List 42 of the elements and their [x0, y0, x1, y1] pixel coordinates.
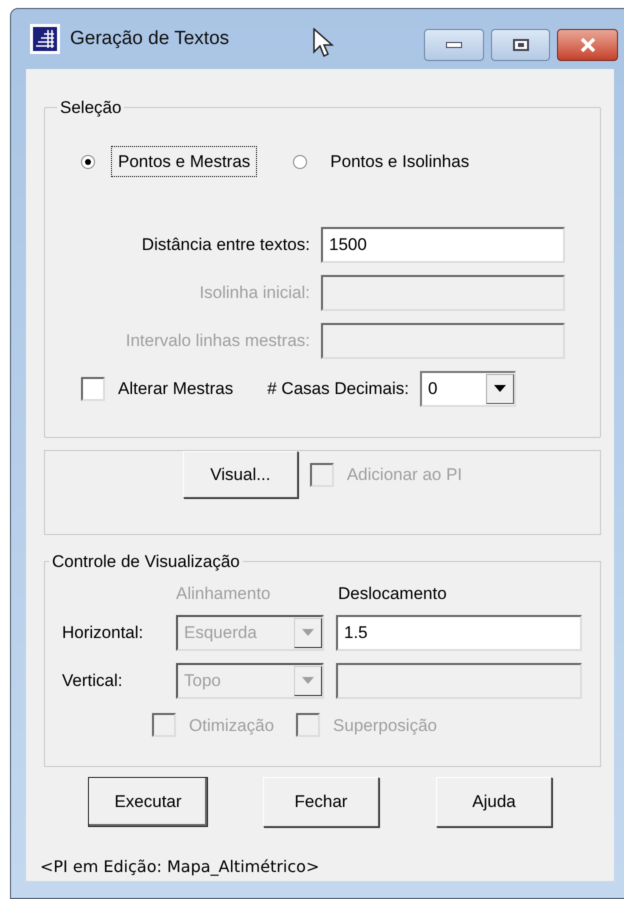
close-icon: [578, 38, 596, 52]
group-title: Controle de Visualização: [51, 551, 241, 573]
minimize-icon: [446, 42, 462, 48]
maximize-icon: [512, 39, 528, 51]
dropdown-value: 0: [426, 378, 438, 400]
field-label: Isolinha inicial:: [198, 282, 310, 304]
mouse-pointer-icon: [313, 28, 335, 58]
dropdown-arrow-icon: [302, 677, 314, 684]
maximize-button[interactable]: [491, 29, 550, 61]
field-label: Intervalo linhas mestras:: [124, 330, 310, 352]
checkbox-label: Adicionar ao PI: [346, 464, 462, 486]
window-title: Geração de Textos: [70, 26, 230, 51]
row-label: Horizontal:: [62, 622, 144, 644]
decimals-label: # Casas Decimais:: [267, 378, 409, 400]
minimize-button[interactable]: [424, 29, 484, 61]
dialog-button[interactable]: Executar: [88, 777, 208, 827]
checkbox-label: Superposição: [333, 714, 437, 737]
radio-button[interactable]: [293, 154, 308, 168]
group-title: Seleção: [59, 97, 122, 119]
field-label: Distância entre textos:: [140, 234, 310, 256]
status-text: <PI em Edição: Mapa_Altimétrico>: [40, 856, 320, 878]
dialog-button[interactable]: Fechar: [263, 777, 379, 827]
close-button[interactable]: [557, 29, 618, 61]
row-label: Vertical:: [62, 670, 124, 692]
app-icon: [30, 24, 60, 54]
decimals-dropdown[interactable]: 0: [420, 370, 516, 406]
dialog-button[interactable]: Ajuda: [436, 777, 552, 827]
dropdown-value: Topo: [183, 670, 222, 692]
column-header: Alinhamento: [176, 582, 272, 605]
checkbox-label: Alterar Mestras: [118, 378, 234, 400]
dropdown-arrow-icon: [494, 385, 506, 392]
radio-button[interactable]: [81, 154, 95, 168]
column-header: Deslocamento: [338, 582, 447, 605]
visual-button[interactable]: Visual...: [182, 451, 298, 498]
checkbox-label: Otimização: [189, 714, 274, 737]
input-field[interactable]: 1.5: [336, 614, 582, 650]
checkbox[interactable]: [81, 376, 105, 400]
dropdown-value: Esquerda: [183, 622, 258, 644]
radio-label: Pontos e Mestras: [111, 146, 258, 178]
radio-label: Pontos e Isolinhas: [329, 150, 470, 173]
dropdown-arrow-icon: [302, 629, 314, 636]
input-field[interactable]: 1500: [321, 226, 565, 262]
